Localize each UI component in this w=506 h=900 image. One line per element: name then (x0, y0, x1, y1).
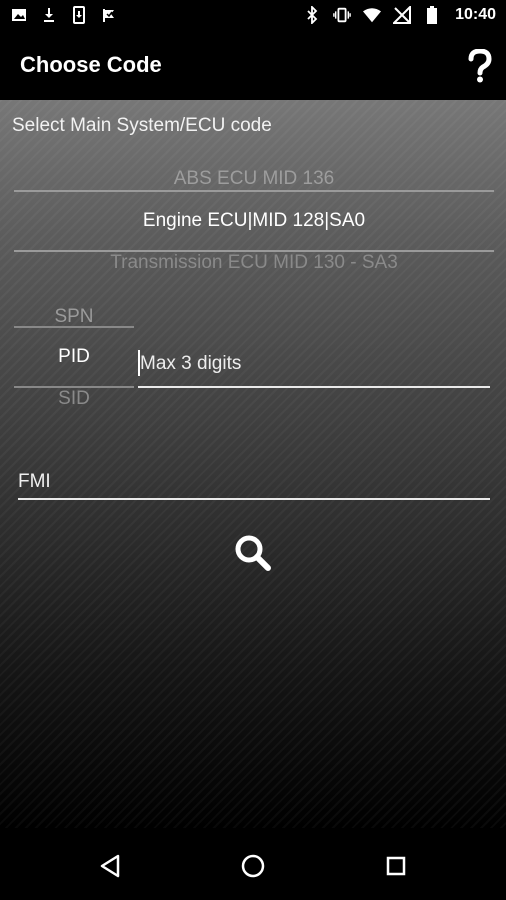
recents-square-icon[interactable] (380, 850, 412, 882)
bluetooth-icon (303, 6, 321, 24)
main-content: Select Main System/ECU code ABS ECU MID … (0, 100, 506, 828)
status-bar: 10:40 (0, 0, 506, 32)
ecu-picker[interactable]: ABS ECU MID 136 Engine ECU|MID 128|SA0 T… (14, 158, 494, 284)
back-triangle-icon[interactable] (94, 850, 126, 882)
battery-icon (423, 6, 441, 24)
app-bar: Choose Code (0, 32, 506, 100)
search-button[interactable] (230, 532, 276, 578)
question-mark-icon[interactable] (464, 46, 496, 86)
wifi-icon (363, 6, 382, 24)
status-left-icons (10, 6, 118, 24)
ecu-select-label: Select Main System/ECU code (12, 115, 272, 136)
ecu-picker-divider-top (14, 190, 494, 192)
signal-off-icon (393, 6, 412, 24)
download-icon (40, 6, 58, 24)
code-type-selected-item[interactable]: PID (14, 346, 134, 368)
image-icon (10, 6, 28, 24)
phone-update-icon (70, 6, 88, 24)
code-type-next-item[interactable]: SID (14, 388, 134, 410)
status-right-icons: 10:40 (303, 6, 496, 24)
code-input-container (138, 340, 494, 392)
vibrate-icon (333, 6, 351, 24)
page-title: Choose Code (20, 52, 162, 77)
status-time: 10:40 (455, 6, 496, 23)
flag-check-icon (100, 6, 118, 24)
ecu-picker-next-item[interactable]: Transmission ECU MID 130 - SA3 (14, 252, 494, 274)
code-type-picker[interactable]: SPN PID SID (14, 300, 134, 420)
fmi-input[interactable] (18, 464, 492, 500)
navigation-bar (0, 828, 506, 900)
code-type-divider-top (14, 326, 134, 328)
code-input[interactable] (138, 340, 494, 388)
search-icon (233, 533, 273, 578)
fmi-input-underline (18, 498, 490, 500)
ecu-picker-selected-item[interactable]: Engine ECU|MID 128|SA0 (14, 210, 494, 232)
fmi-input-container (18, 464, 492, 504)
code-input-underline (138, 386, 490, 388)
code-type-previous-item[interactable]: SPN (14, 306, 134, 328)
text-cursor (138, 350, 140, 376)
ecu-picker-previous-item[interactable]: ABS ECU MID 136 (14, 168, 494, 190)
home-circle-icon[interactable] (237, 850, 269, 882)
